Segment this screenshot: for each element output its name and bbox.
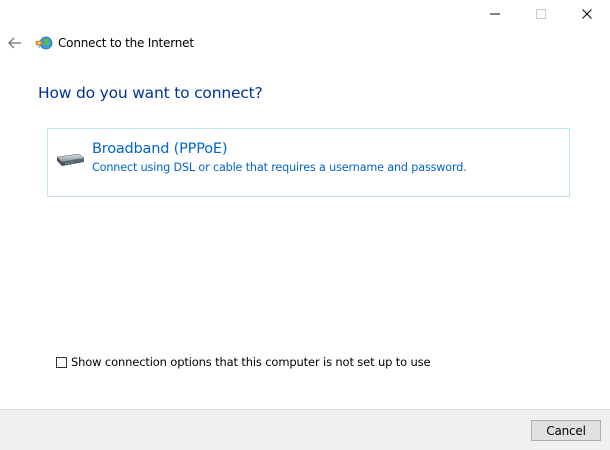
option-title[interactable]: Broadband (PPPoE) [92, 141, 228, 157]
show-options-checkbox-label[interactable]: Show connection options that this comput… [71, 355, 431, 369]
maximize-icon [536, 9, 546, 19]
maximize-button[interactable] [518, 0, 564, 28]
broadband-modem-icon [56, 153, 85, 166]
option-broadband-pppoe[interactable]: Broadband (PPPoE) Connect using DSL or c… [47, 128, 570, 197]
minimize-button[interactable] [472, 0, 518, 28]
close-button[interactable] [564, 0, 610, 28]
option-description[interactable]: Connect using DSL or cable that requires… [92, 161, 467, 174]
show-options-checkbox[interactable] [56, 356, 67, 368]
back-button[interactable] [4, 32, 26, 54]
show-options-checkbox-row[interactable]: Show connection options that this comput… [56, 355, 431, 369]
minimize-icon [490, 13, 500, 15]
close-icon [582, 9, 592, 19]
cancel-button[interactable]: Cancel [531, 420, 601, 441]
back-arrow-icon [8, 37, 21, 49]
caption-buttons [472, 0, 610, 28]
dialog-footer: Cancel [0, 409, 610, 450]
internet-globe-icon [35, 36, 53, 50]
page-heading: How do you want to connect? [38, 84, 263, 102]
connect-to-internet-window: Connect to the Internet How do you want … [0, 0, 610, 450]
window-title: Connect to the Internet [58, 36, 194, 50]
